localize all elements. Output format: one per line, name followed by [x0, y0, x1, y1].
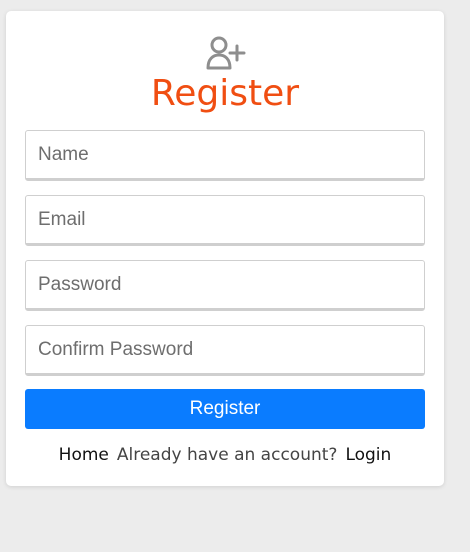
- login-prompt: Already have an account?: [116, 445, 338, 465]
- register-button[interactable]: Register: [25, 389, 425, 429]
- confirm-password-input[interactable]: [25, 325, 425, 376]
- email-input[interactable]: [25, 195, 425, 246]
- name-input[interactable]: [25, 130, 425, 181]
- page-title: Register: [150, 73, 300, 114]
- password-input[interactable]: [25, 260, 425, 311]
- register-card: Register Register Home Already have an ac…: [6, 11, 444, 486]
- user-plus-icon: [206, 36, 246, 70]
- login-link[interactable]: Login: [345, 445, 391, 465]
- footer-links: Home Already have an account? Login: [6, 442, 444, 468]
- home-link[interactable]: Home: [59, 445, 109, 465]
